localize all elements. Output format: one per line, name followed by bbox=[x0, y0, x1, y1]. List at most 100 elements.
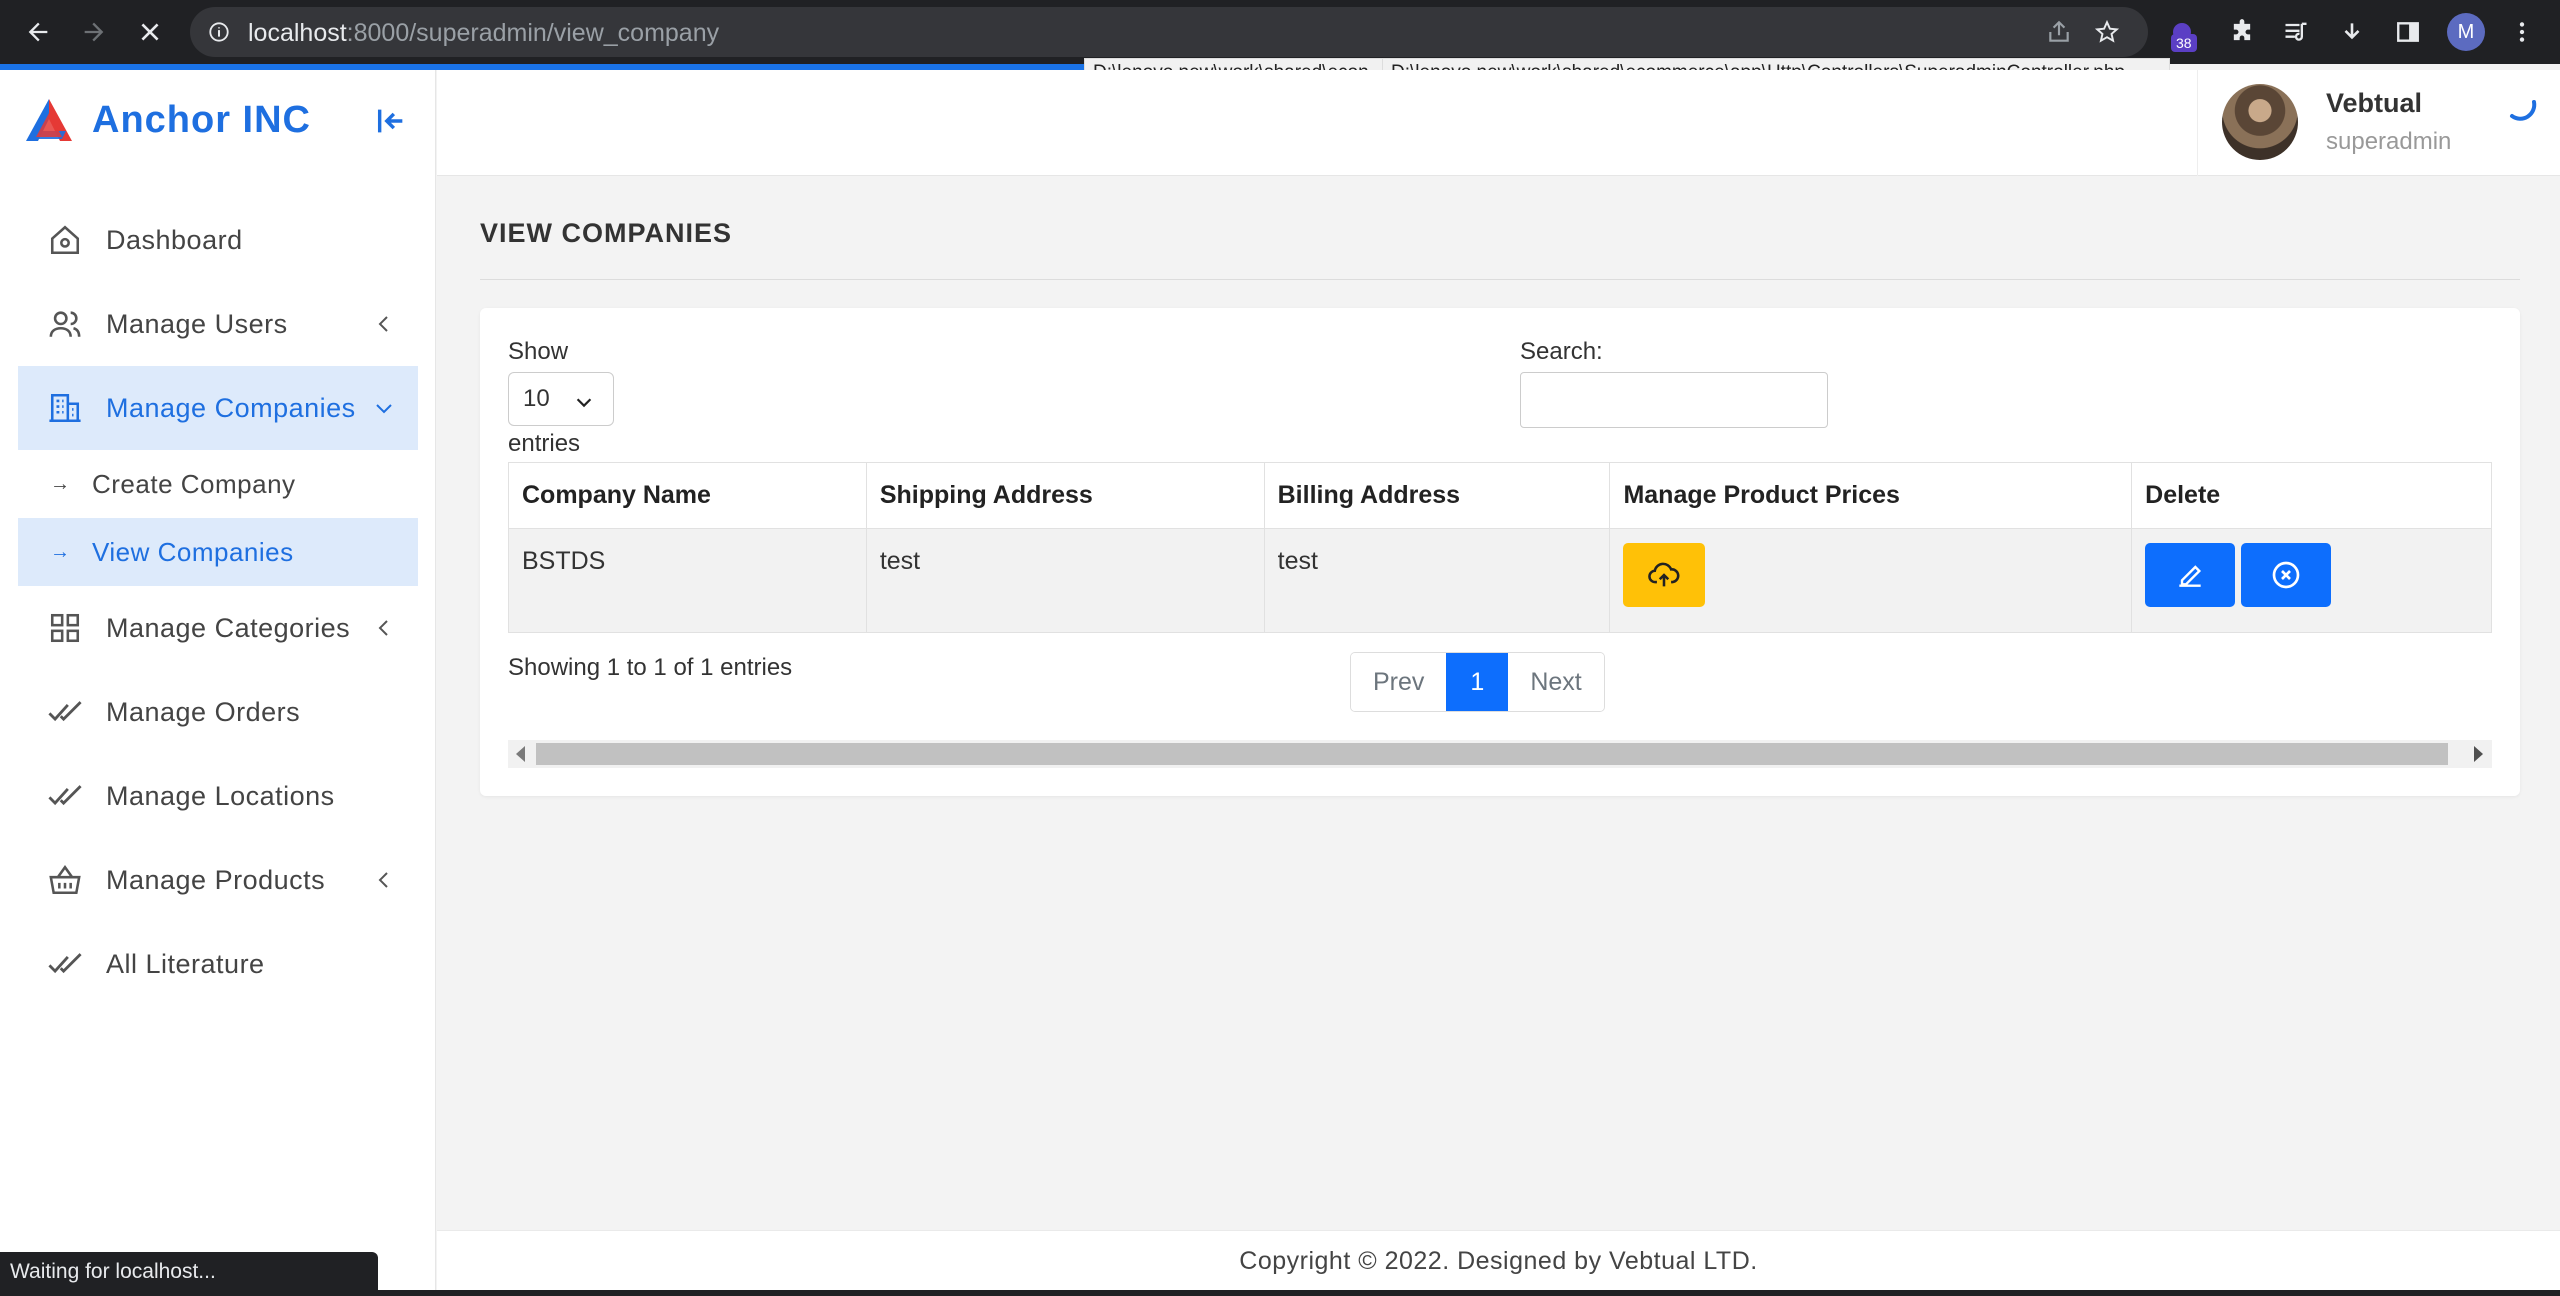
divider bbox=[480, 279, 2520, 280]
puzzle-icon[interactable] bbox=[2224, 14, 2260, 50]
page-size-value: 10 bbox=[523, 385, 550, 412]
browser-menu-icon[interactable] bbox=[2504, 14, 2540, 50]
bookmark-star-icon[interactable] bbox=[2094, 19, 2120, 45]
scroll-left-icon[interactable] bbox=[516, 746, 525, 762]
column-header-manage-product-prices[interactable]: Manage Product Prices bbox=[1609, 462, 2133, 529]
chevron-left-icon bbox=[378, 316, 388, 332]
sidebar-item-manage-orders[interactable]: Manage Orders bbox=[0, 670, 436, 754]
submenu-item-view-companies[interactable]: → View Companies bbox=[18, 518, 418, 586]
stop-loading-icon[interactable] bbox=[132, 14, 168, 50]
double-check-icon bbox=[46, 945, 84, 983]
companies-submenu: → Create Company → View Companies bbox=[18, 450, 418, 586]
sidebar-item-label: Dashboard bbox=[106, 224, 243, 255]
column-header-company-name[interactable]: Company Name bbox=[508, 462, 867, 529]
user-role: superadmin bbox=[2326, 128, 2452, 155]
url-host: localhost bbox=[248, 19, 347, 47]
page-size-select[interactable]: 10 bbox=[508, 372, 614, 426]
address-bar[interactable]: localhost:8000/superadmin/view_company bbox=[190, 7, 2148, 57]
cloud-upload-icon bbox=[1648, 562, 1680, 587]
chevron-down-icon bbox=[376, 404, 392, 414]
sidebar-item-manage-products[interactable]: Manage Products bbox=[0, 838, 436, 922]
arrow-right-icon: → bbox=[50, 540, 71, 563]
sidebar-item-manage-categories[interactable]: Manage Categories bbox=[0, 586, 436, 670]
page-1-button[interactable]: 1 bbox=[1446, 653, 1509, 711]
double-check-icon bbox=[46, 777, 84, 815]
user-name: Vebtual bbox=[2326, 88, 2423, 118]
column-header-billing-address[interactable]: Billing Address bbox=[1263, 462, 1611, 529]
avatar bbox=[2222, 84, 2298, 160]
arrow-right-icon: → bbox=[50, 472, 71, 495]
companies-card: Show 10 entries Search: Company Name Shi… bbox=[480, 308, 2520, 796]
top-header: Vebtual superadmin bbox=[437, 70, 2560, 176]
scrollbar-thumb[interactable] bbox=[536, 743, 2448, 765]
chevron-left-icon bbox=[378, 872, 388, 888]
submenu-item-create-company[interactable]: → Create Company bbox=[18, 450, 418, 518]
prev-page-button[interactable]: Prev bbox=[1351, 653, 1447, 711]
table-header-row: Company Name Shipping Address Billing Ad… bbox=[508, 462, 2492, 529]
sidebar-menu: Dashboard Manage Users Manage Companies … bbox=[0, 198, 436, 1006]
cell-billing-address: test bbox=[1263, 528, 1611, 633]
scroll-right-icon[interactable] bbox=[2474, 746, 2483, 762]
chevron-down-icon bbox=[576, 398, 592, 408]
home-icon bbox=[46, 221, 84, 259]
search-input[interactable] bbox=[1520, 372, 1828, 428]
table-info: Showing 1 to 1 of 1 entries bbox=[508, 654, 793, 681]
edit-company-button[interactable] bbox=[2145, 543, 2236, 607]
sidebar: Anchor INC Dashboard Manage Users Manage… bbox=[0, 70, 436, 1296]
search-label: Search: bbox=[1520, 338, 1603, 365]
url-path: :8000/superadmin/view_company bbox=[346, 19, 720, 47]
sidebar-item-manage-locations[interactable]: Manage Locations bbox=[0, 754, 436, 838]
brand[interactable]: Anchor INC bbox=[24, 92, 311, 148]
pencil-icon bbox=[2179, 565, 2202, 587]
forward-icon[interactable] bbox=[76, 14, 112, 50]
column-header-shipping-address[interactable]: Shipping Address bbox=[865, 462, 1265, 529]
manage-prices-button[interactable] bbox=[1623, 543, 1706, 607]
table-row: BSTDS test test bbox=[508, 528, 2492, 633]
browser-status-bar: Waiting for localhost... bbox=[0, 1252, 378, 1296]
extension-badge: 38 bbox=[2171, 34, 2197, 52]
sidebar-collapse-icon[interactable] bbox=[374, 104, 408, 138]
building-icon bbox=[46, 389, 84, 427]
sidebar-item-label: Manage Companies bbox=[106, 392, 356, 423]
show-label: Show bbox=[508, 338, 569, 365]
anchor-logo-icon bbox=[26, 99, 72, 141]
footer: Copyright © 2022. Designed by Vebtual LT… bbox=[437, 1230, 2560, 1290]
cell-actions bbox=[2131, 528, 2492, 633]
sidebar-item-label: Manage Categories bbox=[106, 612, 351, 643]
chevron-left-icon bbox=[378, 620, 388, 636]
submenu-item-label: View Companies bbox=[92, 536, 294, 567]
loading-spinner-icon bbox=[2510, 100, 2537, 121]
media-queue-icon[interactable] bbox=[2278, 14, 2314, 50]
double-check-icon bbox=[46, 693, 84, 731]
window-bottom-edge bbox=[0, 1290, 2560, 1296]
sidebar-item-manage-users[interactable]: Manage Users bbox=[0, 282, 436, 366]
column-header-delete[interactable]: Delete bbox=[2131, 462, 2492, 529]
sidebar-item-label: Manage Users bbox=[106, 308, 288, 339]
sidebar-item-dashboard[interactable]: Dashboard bbox=[0, 198, 436, 282]
page-title: VIEW COMPANIES bbox=[480, 218, 733, 248]
sidebar-item-all-literature[interactable]: All Literature bbox=[0, 922, 436, 1006]
share-icon[interactable] bbox=[2046, 19, 2072, 45]
brand-name: Anchor INC bbox=[92, 98, 311, 141]
entries-label: entries bbox=[508, 430, 581, 457]
delete-company-button[interactable] bbox=[2241, 543, 2332, 607]
download-icon[interactable] bbox=[2334, 14, 2370, 50]
url-text[interactable]: localhost:8000/superadmin/view_company bbox=[248, 19, 719, 48]
profile-avatar[interactable]: M bbox=[2447, 13, 2485, 51]
close-circle-icon bbox=[2272, 561, 2300, 589]
cell-manage-prices bbox=[1609, 528, 2133, 633]
next-page-button[interactable]: Next bbox=[1508, 653, 1604, 711]
sidebar-item-label: Manage Locations bbox=[106, 780, 335, 811]
user-menu[interactable]: Vebtual superadmin bbox=[2197, 70, 2560, 176]
cell-company-name: BSTDS bbox=[508, 528, 867, 633]
horizontal-scrollbar[interactable] bbox=[508, 740, 2492, 768]
submenu-item-label: Create Company bbox=[92, 468, 296, 499]
side-panel-icon[interactable] bbox=[2390, 14, 2426, 50]
sidebar-item-manage-companies[interactable]: Manage Companies bbox=[18, 366, 418, 450]
sidebar-item-label: All Literature bbox=[106, 948, 265, 979]
sidebar-item-label: Manage Orders bbox=[106, 696, 301, 727]
back-icon[interactable] bbox=[20, 14, 56, 50]
pagination: Prev 1 Next bbox=[1350, 652, 1605, 712]
browser-toolbar: localhost:8000/superadmin/view_company 3… bbox=[0, 0, 2560, 64]
site-info-icon[interactable] bbox=[208, 21, 230, 43]
